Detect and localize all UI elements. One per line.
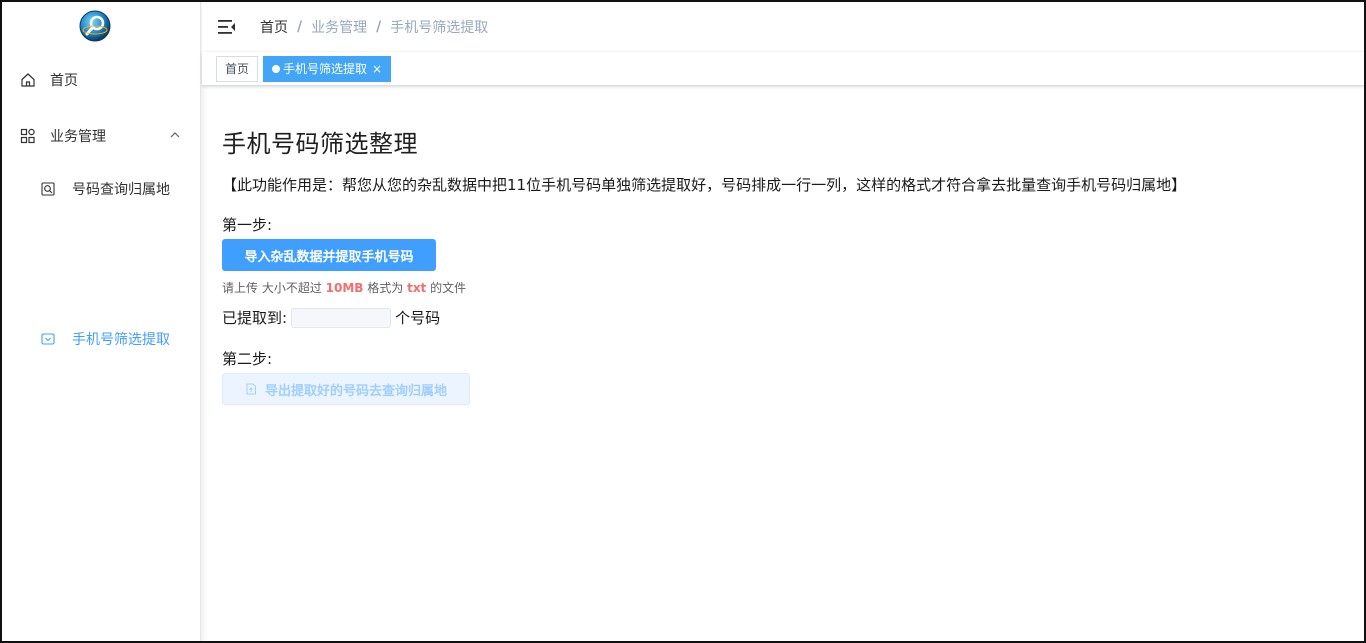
chevron-up-icon	[169, 129, 181, 145]
export-file-icon	[245, 383, 257, 395]
close-icon[interactable]: ×	[372, 63, 382, 75]
import-extract-button[interactable]: 导入杂乱数据并提取手机号码	[222, 239, 436, 271]
sidebar-item-phone-filter[interactable]: 手机号筛选提取	[2, 314, 201, 364]
extracted-count-row: 已提取到: 个号码	[222, 307, 440, 328]
upload-tip-size: 10MB	[325, 281, 364, 295]
breadcrumb-separator: /	[376, 19, 382, 35]
tag-phone-filter-label: 手机号筛选提取	[283, 62, 368, 76]
breadcrumb: 首页 / 业务管理 / 手机号筛选提取	[260, 17, 488, 37]
upload-tip: 请上传 大小不超过 10MB 格式为 txt 的文件	[222, 279, 466, 296]
upload-tip-suffix: 的文件	[426, 281, 467, 295]
sidebar-item-business-label: 业务管理	[50, 129, 106, 145]
sidebar-item-home-label: 首页	[50, 73, 78, 89]
hamburger-icon[interactable]	[218, 19, 236, 35]
sidebar-item-home[interactable]: 首页	[2, 52, 201, 108]
page-title: 手机号码筛选整理	[222, 130, 418, 158]
step1-label: 第一步:	[222, 216, 273, 234]
sidebar-item-number-lookup-label: 号码查询归属地	[72, 182, 170, 198]
export-button-label: 导出提取好的号码去查询归属地	[264, 382, 447, 398]
upload-tip-middle: 格式为	[363, 281, 408, 295]
upload-tip-format: txt	[407, 281, 427, 295]
filter-box-icon	[41, 332, 55, 346]
sidebar-item-business[interactable]: 业务管理	[2, 108, 201, 164]
globe-logo-icon[interactable]	[79, 10, 111, 42]
step2-label: 第二步:	[222, 350, 273, 368]
home-icon	[20, 72, 36, 88]
extracted-prefix: 已提取到:	[222, 309, 288, 327]
grid-icon	[20, 128, 36, 144]
extracted-suffix: 个号码	[395, 309, 441, 327]
extracted-count-field	[291, 307, 392, 328]
tag-home[interactable]: 首页	[216, 56, 259, 82]
sidebar-item-number-lookup[interactable]: 号码查询归属地	[2, 164, 201, 214]
upload-tip-prefix: 请上传 大小不超过	[222, 281, 326, 295]
main-content: 手机号码筛选整理 【此功能作用是：帮您从您的杂乱数据中把11位手机号码单独筛选提…	[222, 86, 1364, 641]
tag-home-label: 首页	[225, 62, 250, 76]
active-dot-icon	[272, 65, 280, 73]
feature-description: 【此功能作用是：帮您从您的杂乱数据中把11位手机号码单独筛选提取好，号码排成一行…	[222, 176, 1187, 194]
breadcrumb-business: 业务管理	[311, 20, 368, 36]
export-button[interactable]: 导出提取好的号码去查询归属地	[222, 373, 470, 405]
top-navbar: 首页 / 业务管理 / 手机号筛选提取	[202, 2, 1364, 52]
tag-phone-filter[interactable]: 手机号筛选提取 ×	[263, 56, 392, 82]
breadcrumb-current: 手机号筛选提取	[390, 20, 489, 36]
breadcrumb-separator: /	[297, 19, 303, 35]
tags-view: 首页 手机号筛选提取 ×	[202, 52, 1364, 86]
search-icon	[41, 182, 55, 196]
sidebar-item-phone-filter-label: 手机号筛选提取	[72, 332, 170, 348]
sidebar: 首页 业务管理 号码查询归属地 手机号筛选提取	[2, 2, 201, 641]
app-window: 首页 业务管理 号码查询归属地 手机号筛选提取 首页 / 业务管理 / 手机号筛…	[0, 0, 1366, 643]
breadcrumb-home[interactable]: 首页	[260, 17, 288, 37]
